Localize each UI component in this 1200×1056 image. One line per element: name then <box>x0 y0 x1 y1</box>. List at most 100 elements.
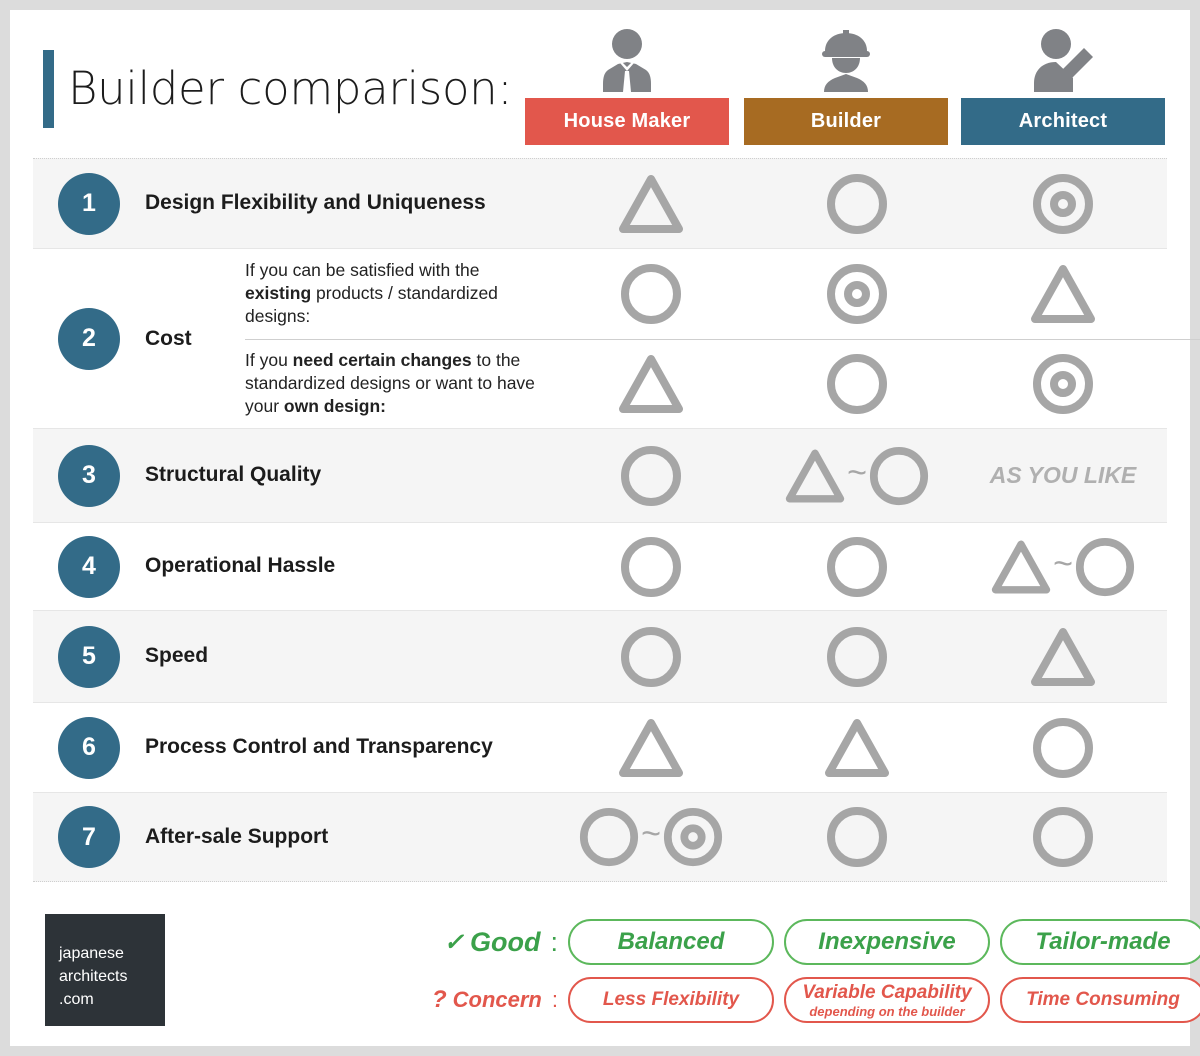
mark-cell-house-maker <box>548 703 754 792</box>
triangle-icon <box>1029 263 1097 325</box>
construction-worker-icon <box>744 20 948 92</box>
legend-good-label: Good <box>470 926 541 957</box>
check-icon: ✓ <box>443 928 464 956</box>
row-badge: 5 <box>58 625 120 688</box>
cost-subrow: If you can be satisfied with the existin… <box>245 249 1200 339</box>
table-row: 2 Cost If you can be satisfied with the … <box>33 248 1200 428</box>
triangle-icon <box>617 353 685 415</box>
mark-cell-architect: AS YOU LIKE <box>960 429 1166 522</box>
mark-cell-house-maker <box>548 523 754 610</box>
circle-icon <box>1031 716 1095 780</box>
row-badge: 3 <box>58 444 120 507</box>
mark-cell-builder <box>754 523 960 610</box>
table-row: 7 After-sale Support ~ <box>33 792 1167 882</box>
triangle-icon <box>1029 626 1097 688</box>
mark-cell-house-maker <box>548 611 754 702</box>
mark-cell-house-maker <box>548 262 754 326</box>
mark-cell-architect <box>960 263 1166 325</box>
pill-main: Inexpensive <box>818 928 956 955</box>
table-row: 4 Operational Hassle ~ <box>33 522 1167 610</box>
logo-line-2: architects <box>59 968 128 986</box>
circle-icon <box>868 445 930 507</box>
row-label: Structural Quality <box>145 463 322 487</box>
row-number-cell: 5 <box>33 611 145 702</box>
column-chip-builder[interactable]: Builder <box>744 98 948 145</box>
circle-icon <box>825 535 889 599</box>
triangle-icon <box>990 538 1052 596</box>
circle-icon <box>619 444 683 508</box>
triangle-icon <box>617 717 685 779</box>
circle-icon <box>619 625 683 689</box>
table-row: 5 Speed <box>33 610 1167 702</box>
legend-concern-label: Concern <box>452 987 542 1012</box>
table-row: 6 Process Control and Transparency <box>33 702 1167 792</box>
as-you-like-text: AS YOU LIKE <box>989 461 1137 488</box>
double-circle-icon <box>825 262 889 326</box>
pill-main: Variable Capability <box>802 981 972 1003</box>
row-label: Process Control and Transparency <box>145 735 493 759</box>
row-label: Design Flexibility and Uniqueness <box>145 191 486 215</box>
circle-icon <box>619 262 683 326</box>
triangle-icon <box>784 447 846 505</box>
row-label: After-sale Support <box>145 824 329 848</box>
mark-cell-architect: ~ <box>960 523 1166 610</box>
legend-pill-good-builder: Inexpensive <box>784 919 990 965</box>
row-badge: 1 <box>58 172 120 235</box>
row-badge: 2 <box>58 307 120 370</box>
tilde-separator: ~ <box>641 815 661 853</box>
column-chip-house-maker[interactable]: House Maker <box>525 98 729 145</box>
circle-icon <box>825 352 889 416</box>
table-row: 1 Design Flexibility and Uniqueness <box>33 158 1167 248</box>
pill-sub: depending on the builder <box>809 1003 965 1019</box>
header: Builder comparison: House Maker Builder … <box>10 10 1190 158</box>
circle-icon <box>1031 805 1095 869</box>
circle-icon <box>825 172 889 236</box>
mark-cell-builder <box>754 352 960 416</box>
architect-pencil-icon <box>961 20 1165 92</box>
column-header-architect: Architect <box>961 20 1165 150</box>
row-number-cell: 6 <box>33 703 145 792</box>
mark-cell-builder: ~ <box>754 429 960 522</box>
pill-main: Time Consuming <box>1026 989 1180 1010</box>
legend-concern-colon: : <box>551 987 558 1012</box>
comparison-table: 1 Design Flexibility and Uniqueness 2 Co… <box>33 158 1200 882</box>
mark-cell-house-maker <box>548 353 754 415</box>
column-header-builder: Builder <box>744 20 948 150</box>
site-logo[interactable]: japanese architects .com <box>45 914 165 1026</box>
cost-subrow: If you need certain changes to the stand… <box>245 338 1200 429</box>
mark-cell-architect <box>960 703 1166 792</box>
cost-subrows: If you can be satisfied with the existin… <box>245 249 1200 428</box>
legend-pill-concern-house-maker: Less Flexibility <box>568 977 774 1023</box>
column-chip-architect[interactable]: Architect <box>961 98 1165 145</box>
question-icon: ? <box>431 986 447 1013</box>
row-number-cell: 7 <box>33 793 145 881</box>
row-number-cell: 2 <box>33 249 145 428</box>
pill-main: Balanced <box>617 928 725 955</box>
legend-good-header: ✓ Good : <box>383 927 558 958</box>
legend-good-colon: : <box>550 926 558 957</box>
row-label-cell: Design Flexibility and Uniqueness <box>145 159 548 248</box>
cost-condition-text: If you need certain changes to the stand… <box>245 349 535 417</box>
row-number-cell: 3 <box>33 429 145 522</box>
mark-cell-builder <box>754 793 960 881</box>
mark-cell-architect <box>960 352 1166 416</box>
row-badge: 7 <box>58 806 120 868</box>
row-label-cell: After-sale Support <box>145 793 548 881</box>
triangle-icon <box>823 717 891 779</box>
legend-concern-header: ? Concern : <box>383 986 558 1014</box>
mark-cell-builder <box>754 611 960 702</box>
pill-main: Tailor-made <box>1035 928 1171 955</box>
row-label: Speed <box>145 644 209 668</box>
comparison-card: Builder comparison: House Maker Builder … <box>10 10 1200 1046</box>
cost-condition-text: If you can be satisfied with the existin… <box>245 259 498 327</box>
page-title: Builder comparison: <box>68 62 513 115</box>
row-number-cell: 4 <box>33 523 145 610</box>
triangle-icon <box>617 173 685 235</box>
legend-row-concern: ? Concern : Less Flexibility Variable Ca… <box>383 976 1200 1024</box>
double-circle-icon <box>1031 172 1095 236</box>
tilde-separator: ~ <box>847 453 867 492</box>
legend-row-good: ✓ Good : Balanced Inexpensive Tailor-mad… <box>383 918 1200 966</box>
mark-cell-architect <box>960 159 1166 248</box>
row-badge: 4 <box>58 535 120 598</box>
logo-line-1: japanese <box>59 945 124 962</box>
